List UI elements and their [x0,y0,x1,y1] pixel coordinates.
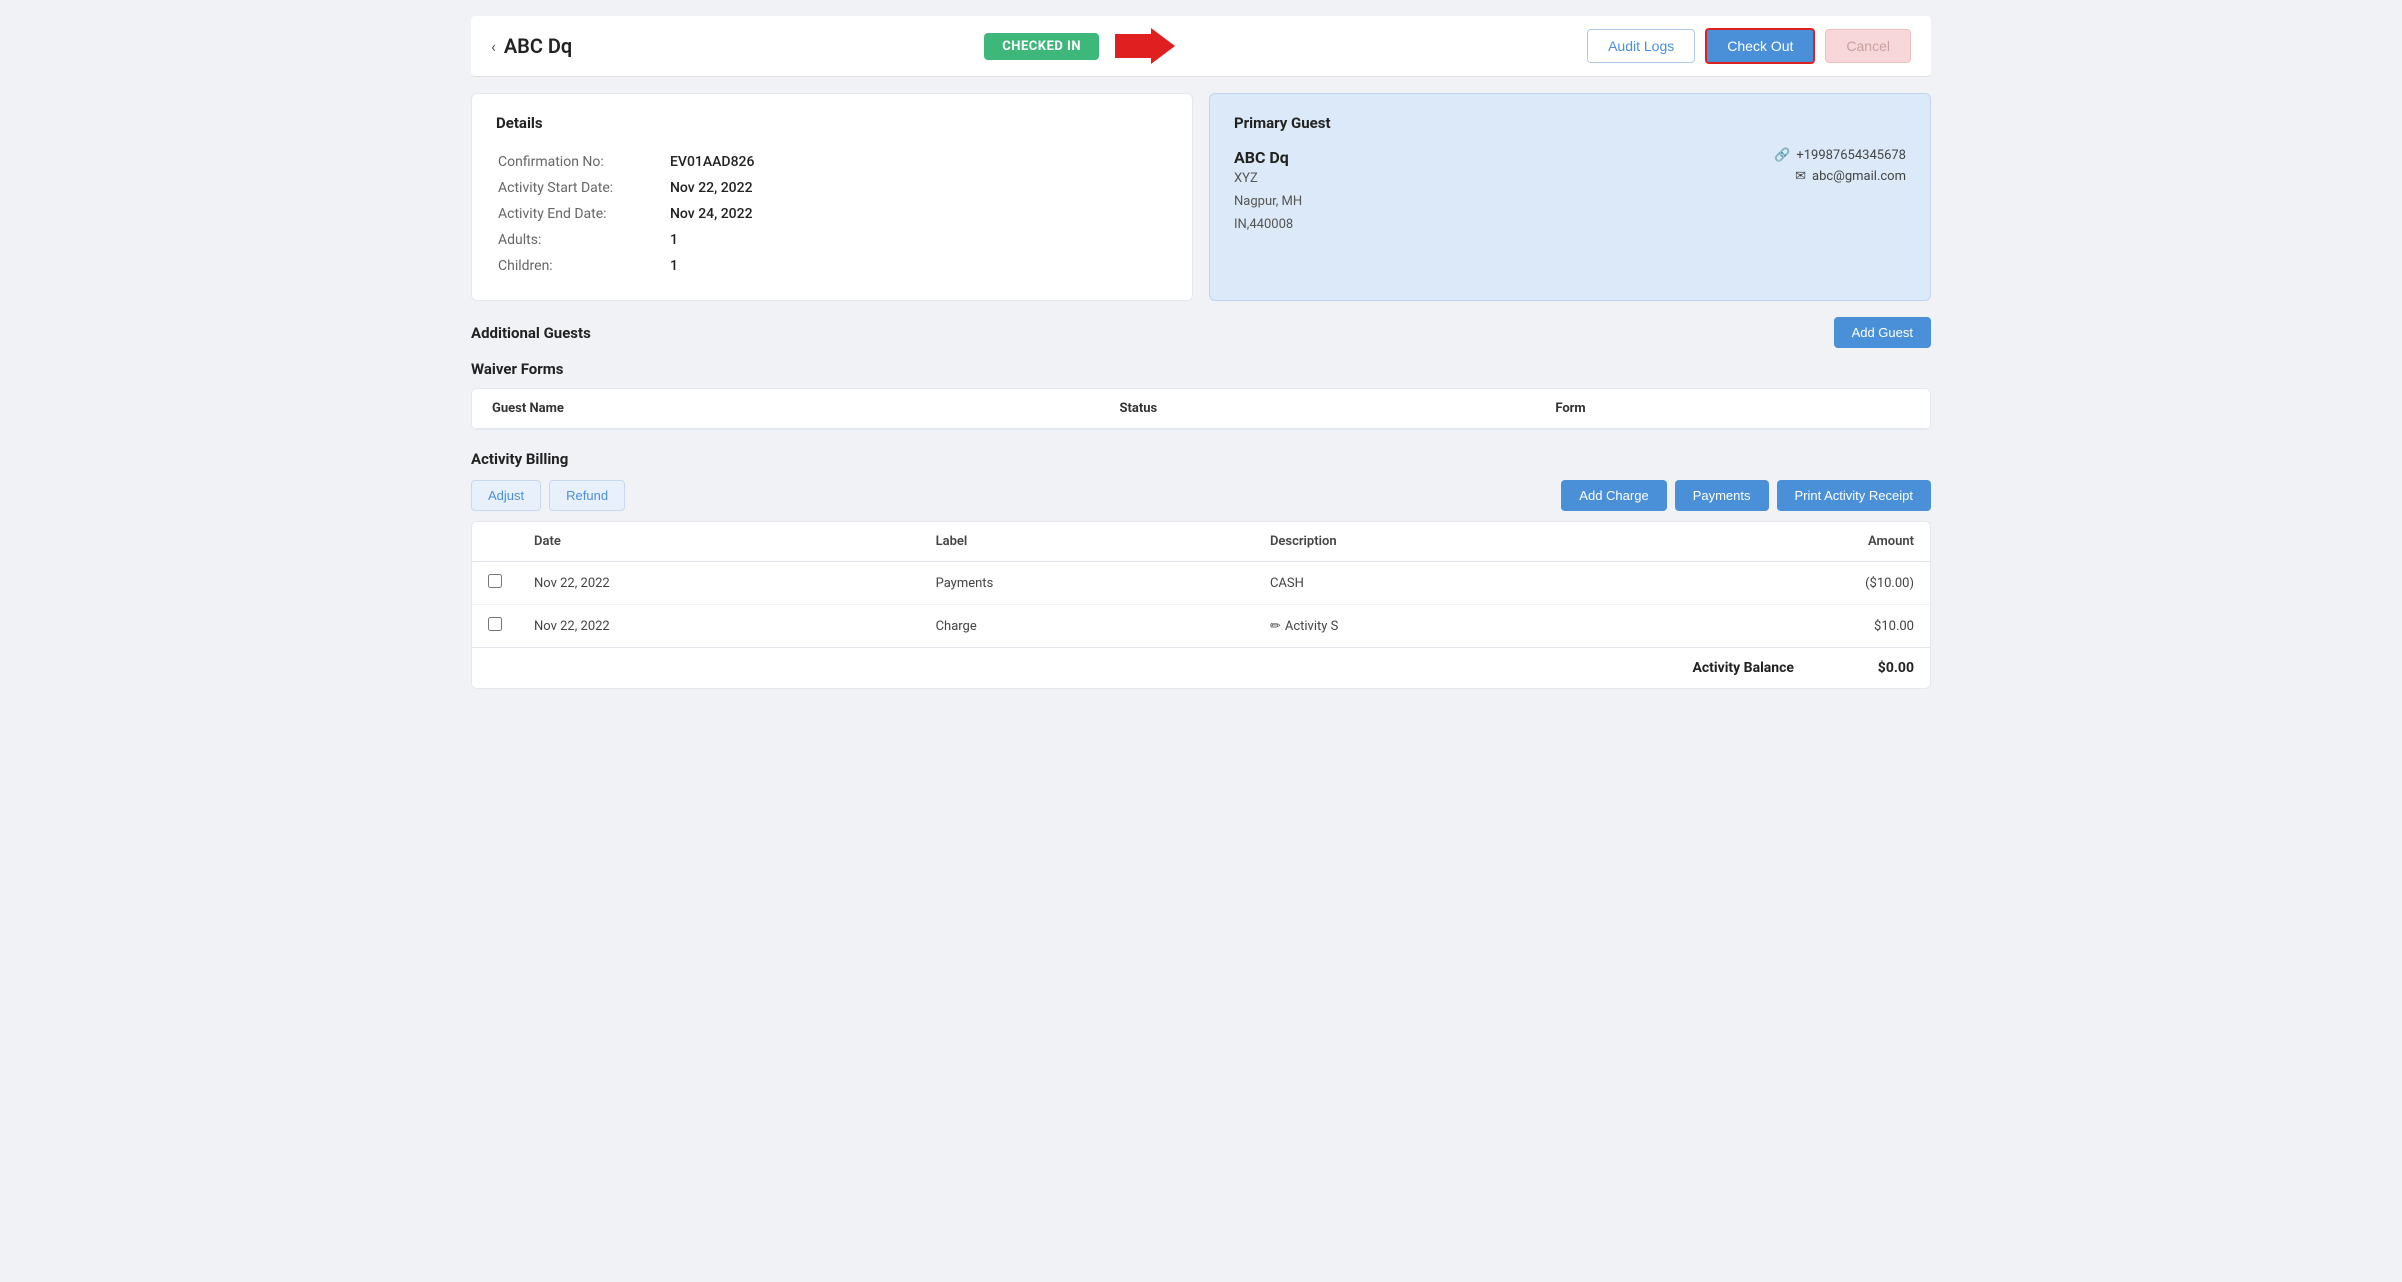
back-button[interactable]: ‹ [491,37,496,56]
balance-amount: $0.00 [1834,660,1914,676]
guest-email-address: abc@gmail.com [1812,169,1906,184]
details-table: Confirmation No:EV01AAD826Activity Start… [496,148,1168,280]
detail-value: 1 [670,228,1166,252]
detail-row: Activity End Date:Nov 24, 2022 [498,202,1166,226]
waiver-forms-table-container: Guest Name Status Form [471,388,1931,430]
details-card: Details Confirmation No:EV01AAD826Activi… [471,93,1193,301]
activity-billing-section: Activity Billing Adjust Refund Add Charg… [471,450,1931,689]
billing-col-check [472,522,518,562]
billing-row-description: CASH [1254,562,1628,605]
guest-phone: 🔗 +19987654345678 [1774,148,1906,163]
add-charge-button[interactable]: Add Charge [1561,480,1666,511]
billing-row: Nov 22, 2022 Payments CASH ($10.00) [472,562,1930,605]
detail-row: Children:1 [498,254,1166,278]
additional-guests-section: Additional Guests Add Guest [471,317,1931,348]
detail-value: Nov 22, 2022 [670,176,1166,200]
waiver-forms-table: Guest Name Status Form [472,389,1930,429]
billing-row-checkbox[interactable] [488,574,502,588]
phone-icon: 🔗 [1774,148,1790,163]
billing-row-amount: $10.00 [1628,605,1930,648]
billing-col-date: Date [518,522,920,562]
guest-phone-number: +19987654345678 [1796,148,1906,163]
detail-label: Children: [498,254,668,278]
primary-guest-card: Primary Guest ABC Dq XYZ Nagpur, MH IN,4… [1209,93,1931,301]
checked-in-badge: CHECKED IN [984,33,1099,60]
detail-value: EV01AAD826 [670,150,1166,174]
guest-name: ABC Dq [1234,148,1302,167]
waiver-col-status: Status [1099,389,1535,429]
details-title: Details [496,114,1168,132]
print-receipt-button[interactable]: Print Activity Receipt [1777,480,1932,511]
billing-row-label: Payments [920,562,1254,605]
detail-value: 1 [670,254,1166,278]
detail-row: Confirmation No:EV01AAD826 [498,150,1166,174]
billing-col-amount: Amount [1628,522,1930,562]
billing-row-description: ✏Activity S [1254,605,1628,648]
balance-label: Activity Balance [1692,660,1794,676]
detail-label: Adults: [498,228,668,252]
waiver-col-form: Form [1535,389,1930,429]
detail-label: Activity End Date: [498,202,668,226]
adjust-button[interactable]: Adjust [471,480,541,511]
primary-guest-title: Primary Guest [1234,114,1906,132]
cancel-button[interactable]: Cancel [1825,29,1911,63]
detail-label: Activity Start Date: [498,176,668,200]
detail-value: Nov 24, 2022 [670,202,1166,226]
detail-row: Activity Start Date:Nov 22, 2022 [498,176,1166,200]
additional-guests-title: Additional Guests [471,324,591,342]
billing-col-label: Label [920,522,1254,562]
guest-address-line2: IN,440008 [1234,217,1302,232]
payments-button[interactable]: Payments [1675,480,1769,511]
guest-address-line1: Nagpur, MH [1234,194,1302,209]
detail-row: Adults:1 [498,228,1166,252]
waiver-forms-section: Waiver Forms Guest Name Status Form [471,360,1931,430]
guest-email: ✉ abc@gmail.com [1795,169,1906,184]
waiver-col-guest-name: Guest Name [472,389,1099,429]
check-out-button[interactable]: Check Out [1705,28,1815,64]
add-guest-button[interactable]: Add Guest [1834,317,1931,348]
activity-billing-title: Activity Billing [471,450,1931,468]
billing-actions: Adjust Refund Add Charge Payments Print … [471,480,1931,511]
billing-row-checkbox-cell [472,605,518,648]
billing-row: Nov 22, 2022 Charge ✏Activity S $10.00 [472,605,1930,648]
billing-col-description: Description [1254,522,1628,562]
red-arrow-icon [1115,28,1175,64]
billing-row-checkbox[interactable] [488,617,502,631]
billing-row-label: Charge [920,605,1254,648]
edit-icon: ✏ [1270,619,1281,634]
guest-org: XYZ [1234,171,1302,186]
billing-row-checkbox-cell [472,562,518,605]
billing-row-date: Nov 22, 2022 [518,562,920,605]
billing-table-container: Date Label Description Amount Nov 22, 20… [471,521,1931,689]
refund-button[interactable]: Refund [549,480,625,511]
billing-table: Date Label Description Amount Nov 22, 20… [472,522,1930,647]
page-title: ABC Dq [504,34,572,58]
detail-label: Confirmation No: [498,150,668,174]
email-icon: ✉ [1795,169,1806,184]
billing-footer: Activity Balance $0.00 [472,647,1930,688]
audit-logs-button[interactable]: Audit Logs [1587,29,1695,63]
billing-row-amount: ($10.00) [1628,562,1930,605]
billing-row-date: Nov 22, 2022 [518,605,920,648]
waiver-forms-title: Waiver Forms [471,360,1931,378]
